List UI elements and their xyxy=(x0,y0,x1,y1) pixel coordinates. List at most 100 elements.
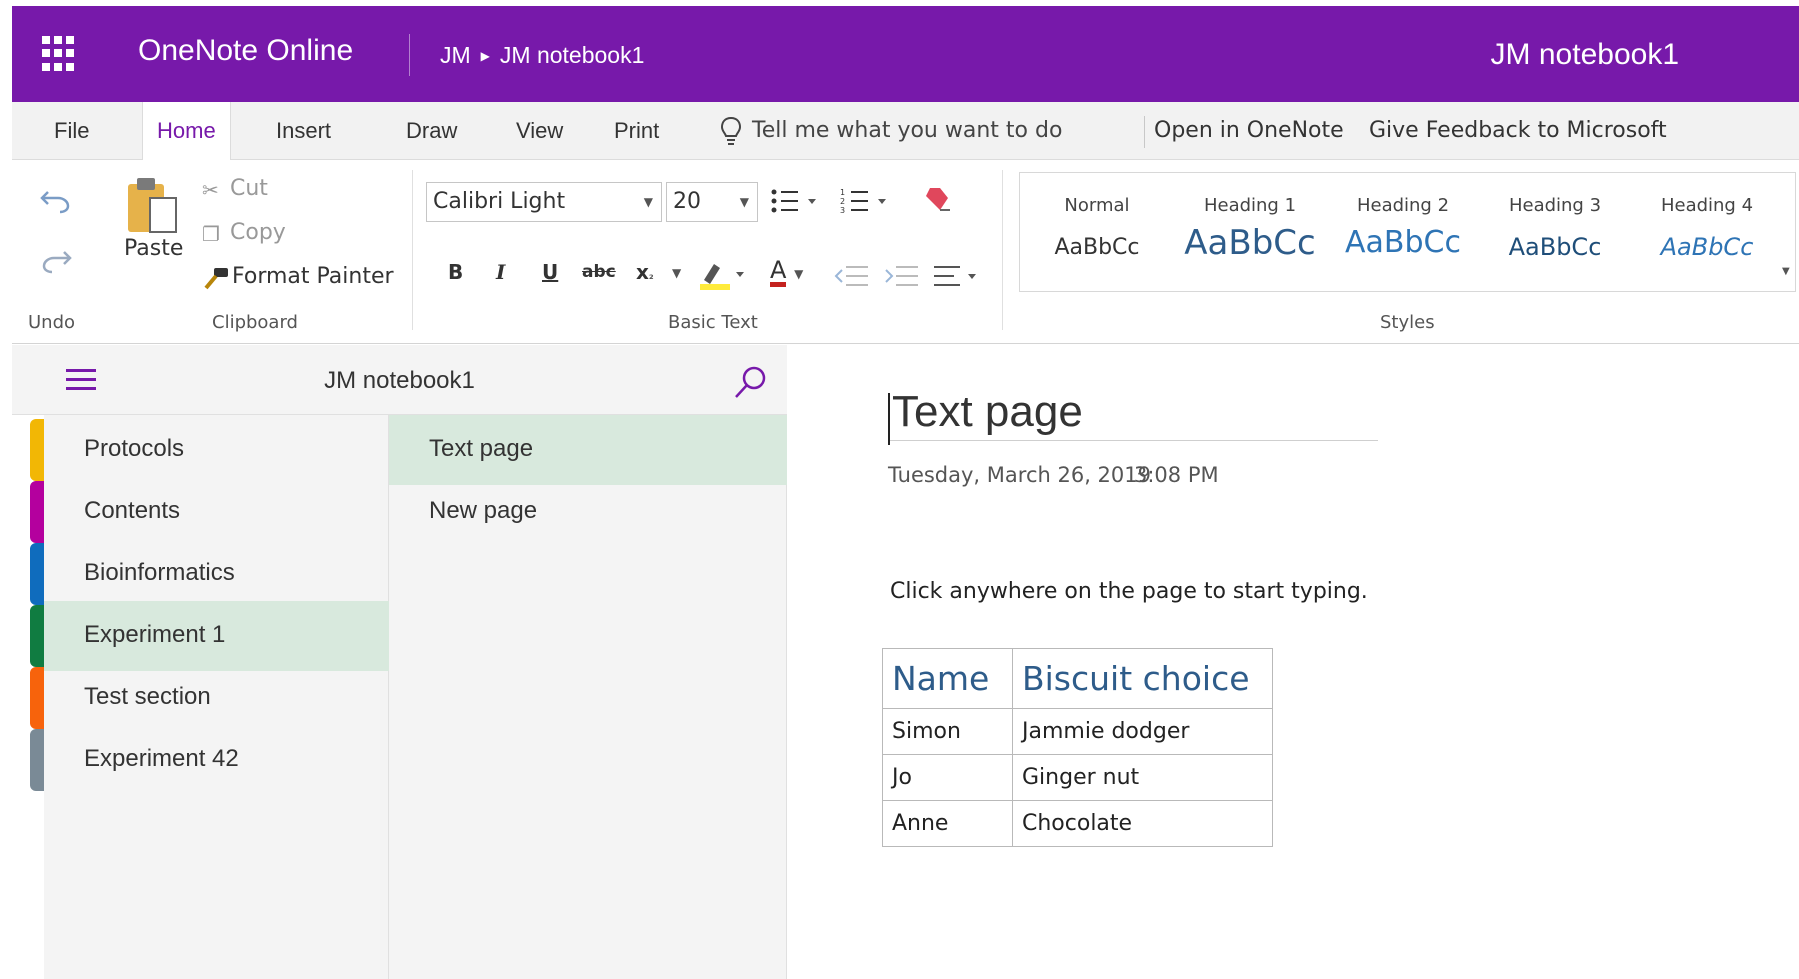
notebook-nav-title[interactable]: JM notebook1 xyxy=(12,367,787,395)
font-color-button[interactable]: A ▼ xyxy=(770,256,803,287)
section-label: Experiment 42 xyxy=(84,745,239,772)
clear-formatting-icon[interactable] xyxy=(922,184,956,216)
undo-icon[interactable] xyxy=(40,188,72,214)
align-icon[interactable] xyxy=(932,264,980,288)
redo-icon[interactable] xyxy=(40,248,72,274)
group-label-styles: Styles xyxy=(1380,312,1435,333)
style-sample: AaBbCc xyxy=(1054,235,1140,260)
section-item-bioinformatics[interactable]: Bioinformatics xyxy=(30,539,389,609)
search-icon[interactable] xyxy=(730,363,770,403)
tab-home[interactable]: Home xyxy=(142,102,231,161)
subscript-label: x xyxy=(636,260,649,284)
table-cell[interactable]: Ginger nut xyxy=(1012,754,1273,801)
section-color-tab xyxy=(30,481,44,543)
title-bar: OneNote Online JM ▶ JM notebook1 JM note… xyxy=(12,6,1799,102)
underline-button[interactable]: U xyxy=(542,260,558,284)
style-name: Normal xyxy=(1064,195,1130,216)
style-normal[interactable]: Normal AaBbCc xyxy=(1022,173,1172,291)
strikethrough-button[interactable]: abc xyxy=(582,262,616,282)
styles-gallery: Normal AaBbCc Heading 1 AaBbCc Heading 2… xyxy=(1019,172,1796,292)
font-size-select[interactable]: 20 ▼ xyxy=(666,182,758,222)
section-item-protocols[interactable]: Protocols xyxy=(30,415,389,485)
page-label: Text page xyxy=(429,435,534,462)
table-cell[interactable]: Anne xyxy=(882,800,1013,847)
svg-text:1: 1 xyxy=(840,188,845,197)
text-cursor xyxy=(888,393,890,445)
page-label: New page xyxy=(429,497,538,524)
page-title-field[interactable]: Text page xyxy=(888,387,1378,445)
numbering-icon[interactable]: 1 2 3 xyxy=(840,186,892,216)
tab-file[interactable]: File xyxy=(40,102,103,160)
ribbon-home: Undo Paste ✂ Cut ❐ Copy Format Painter C… xyxy=(12,160,1799,344)
paste-icon[interactable] xyxy=(124,174,182,238)
style-heading-2[interactable]: Heading 2 AaBbCc xyxy=(1328,173,1478,291)
tab-view[interactable]: View xyxy=(502,102,577,160)
font-size-value: 20 xyxy=(673,189,701,214)
page-item-new-page[interactable]: New page xyxy=(389,477,787,547)
page-item-text-page[interactable]: Text page xyxy=(389,415,787,485)
note-table[interactable]: Name Biscuit choice Simon Jammie dodger … xyxy=(882,648,1273,847)
font-name-select[interactable]: Calibri Light ▼ xyxy=(426,182,662,222)
table-cell[interactable]: Jo xyxy=(882,754,1013,801)
notebook-title: JM notebook1 xyxy=(1490,38,1679,71)
page-canvas[interactable]: Text page Tuesday, March 26, 2019 3:08 P… xyxy=(788,345,1799,979)
title-divider xyxy=(409,34,410,76)
group-label-clipboard: Clipboard xyxy=(212,312,298,333)
group-label-basic-text: Basic Text xyxy=(668,312,758,333)
breadcrumb-notebook[interactable]: JM notebook1 xyxy=(500,42,644,69)
svg-text:3: 3 xyxy=(840,206,845,215)
svg-text:2: 2 xyxy=(840,197,845,206)
table-header-cell[interactable]: Biscuit choice xyxy=(1012,648,1273,709)
chevron-down-icon[interactable]: ▼ xyxy=(672,266,681,280)
font-color-label: A xyxy=(770,258,787,287)
page-body-text[interactable]: Click anywhere on the page to start typi… xyxy=(890,579,1368,604)
style-name: Heading 1 xyxy=(1203,195,1297,216)
table-header-cell[interactable]: Name xyxy=(882,648,1013,709)
lightbulb-icon xyxy=(720,116,742,145)
highlight-icon[interactable] xyxy=(698,258,746,292)
tab-draw[interactable]: Draw xyxy=(392,102,471,160)
style-sample: AaBbCc xyxy=(1345,225,1461,260)
page-title: Text page xyxy=(892,387,1083,436)
tabs-divider xyxy=(1144,116,1145,148)
table-cell[interactable]: Chocolate xyxy=(1012,800,1273,847)
styles-more-icon[interactable]: ▼ xyxy=(1782,266,1790,277)
tell-me-box[interactable]: Tell me what you want to do xyxy=(720,102,1062,160)
paste-button[interactable]: Paste xyxy=(124,236,183,261)
section-item-experiment-42[interactable]: Experiment 42 xyxy=(30,725,389,795)
copy-button[interactable]: Copy xyxy=(230,220,286,245)
section-color-tab xyxy=(30,419,44,481)
cut-button[interactable]: Cut xyxy=(230,176,268,201)
decrease-indent-icon[interactable] xyxy=(834,264,870,288)
style-heading-4[interactable]: Heading 4 AaBbCc xyxy=(1632,173,1782,291)
italic-button[interactable]: I xyxy=(496,260,505,284)
tab-print[interactable]: Print xyxy=(600,102,673,160)
bullets-icon[interactable] xyxy=(770,186,822,216)
subscript-button[interactable]: x₂ xyxy=(636,260,654,284)
section-label: Experiment 1 xyxy=(84,621,226,648)
give-feedback-link[interactable]: Give Feedback to Microsoft xyxy=(1369,102,1667,160)
page-date: Tuesday, March 26, 2019 xyxy=(888,463,1151,487)
table-cell[interactable]: Jammie dodger xyxy=(1012,708,1273,755)
app-launcher-icon[interactable] xyxy=(42,36,78,72)
style-sample: AaBbCc xyxy=(1508,233,1602,261)
table-row: Simon Jammie dodger xyxy=(882,708,1273,755)
section-item-experiment-1[interactable]: Experiment 1 xyxy=(30,601,389,671)
section-list: Protocols Contents Bioinformatics Experi… xyxy=(12,415,389,979)
tab-insert[interactable]: Insert xyxy=(262,102,345,160)
style-heading-1[interactable]: Heading 1 AaBbCc xyxy=(1175,173,1325,291)
section-item-test-section[interactable]: Test section xyxy=(30,663,389,733)
page-list: Text page New page xyxy=(389,415,787,979)
open-in-onenote-link[interactable]: Open in OneNote xyxy=(1154,102,1344,160)
app-name[interactable]: OneNote Online xyxy=(138,34,353,68)
section-item-contents[interactable]: Contents xyxy=(30,477,389,547)
copy-icon: ❐ xyxy=(202,222,220,246)
section-label: Test section xyxy=(84,683,211,710)
bold-button[interactable]: B xyxy=(448,260,463,284)
format-painter-button[interactable]: Format Painter xyxy=(232,264,394,289)
style-heading-3[interactable]: Heading 3 AaBbCc xyxy=(1480,173,1630,291)
breadcrumb-owner[interactable]: JM xyxy=(440,42,471,69)
section-label: Protocols xyxy=(84,435,185,462)
increase-indent-icon[interactable] xyxy=(884,264,920,288)
table-cell[interactable]: Simon xyxy=(882,708,1013,755)
